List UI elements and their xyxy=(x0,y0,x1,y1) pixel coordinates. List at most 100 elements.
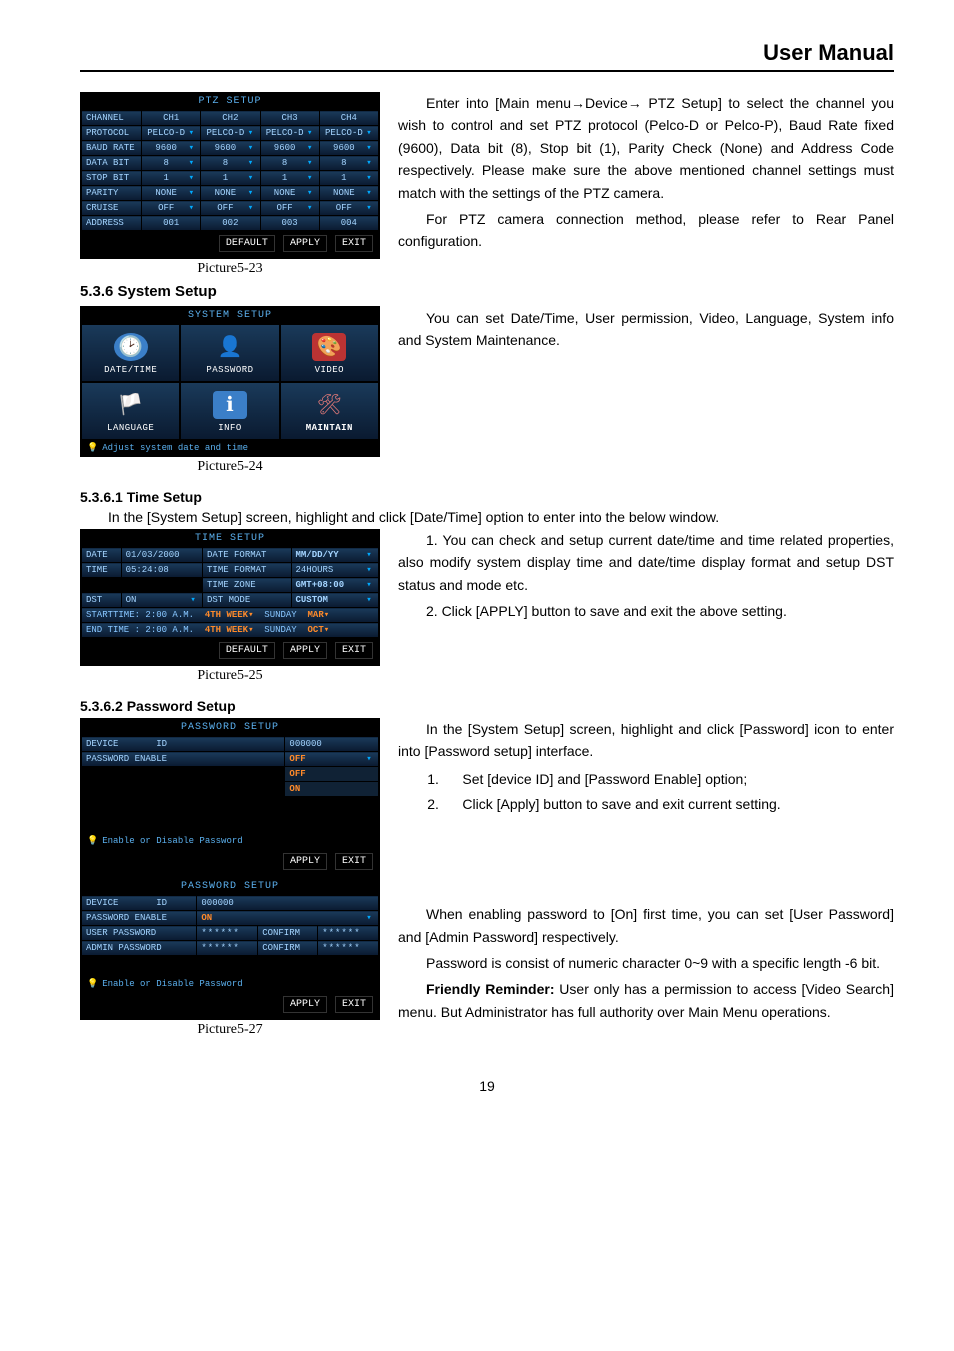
dropdown-icon[interactable]: ▾ xyxy=(188,595,198,605)
ptz-stopbit-2[interactable]: 1▾ xyxy=(201,171,260,186)
ptz-cruise-2[interactable]: OFF▾ xyxy=(201,201,260,216)
ptz-baud-2[interactable]: 9600▾ xyxy=(201,141,260,156)
ptz-parity-1[interactable]: NONE▾ xyxy=(142,186,201,201)
ptz-protocol-4[interactable]: PELCO-D▾ xyxy=(319,126,378,141)
ptz-databit-1[interactable]: 8▾ xyxy=(142,156,201,171)
ptz-protocol-2[interactable]: PELCO-D▾ xyxy=(201,126,260,141)
ptz-address-2[interactable]: 002 xyxy=(201,216,260,231)
ptz-cruise-4[interactable]: OFF▾ xyxy=(319,201,378,216)
ptz-databit-2[interactable]: 8▾ xyxy=(201,156,260,171)
ptz-stopbit-4[interactable]: 1▾ xyxy=(319,171,378,186)
dropdown-icon[interactable]: ▾ xyxy=(186,173,196,183)
deviceid-field[interactable]: 000000 xyxy=(285,737,379,752)
ptz-ch1[interactable]: CH1 xyxy=(142,111,201,126)
dropdown-icon[interactable]: ▾ xyxy=(186,128,196,138)
ptz-cruise-3[interactable]: OFF▾ xyxy=(260,201,319,216)
deviceid-field-2[interactable]: 000000 xyxy=(197,896,379,911)
pw2-exit-button[interactable]: EXIT xyxy=(335,996,373,1013)
ptz-databit-4[interactable]: 8▾ xyxy=(319,156,378,171)
dateformat-select[interactable]: MM/DD/YY▾ xyxy=(291,548,379,563)
ptz-ch4[interactable]: CH4 xyxy=(319,111,378,126)
ptz-cruise-1[interactable]: OFF▾ xyxy=(142,201,201,216)
ptz-protocol-1[interactable]: PELCO-D▾ xyxy=(142,126,201,141)
ptz-stopbit-1[interactable]: 1▾ xyxy=(142,171,201,186)
dropdown-icon[interactable]: ▾ xyxy=(246,203,256,213)
time-default-button[interactable]: DEFAULT xyxy=(219,642,275,659)
menu-maintain[interactable]: 🛠MAINTAIN xyxy=(280,382,379,440)
ptz-parity-4[interactable]: NONE▾ xyxy=(319,186,378,201)
pwenable-option-on[interactable]: ON xyxy=(285,782,379,797)
dropdown-icon[interactable]: ▾ xyxy=(364,550,374,560)
dropdown-icon[interactable]: ▾ xyxy=(364,173,374,183)
ptz-parity-3[interactable]: NONE▾ xyxy=(260,186,319,201)
dropdown-icon[interactable]: ▾ xyxy=(364,595,374,605)
ptz-address-1[interactable]: 001 xyxy=(142,216,201,231)
menu-datetime[interactable]: 🕑DATE/TIME xyxy=(81,324,180,382)
dropdown-icon[interactable]: ▾ xyxy=(364,158,374,168)
end-week-select[interactable]: 4TH WEEK▾ xyxy=(205,625,254,635)
end-month-select[interactable]: OCT▾ xyxy=(308,625,330,635)
pw1-apply-button[interactable]: APPLY xyxy=(283,853,327,870)
adminpw-field[interactable]: ****** xyxy=(197,941,258,956)
timezone-select[interactable]: GMT+08:00▾ xyxy=(291,578,379,593)
userpw-field[interactable]: ****** xyxy=(197,926,258,941)
start-week-select[interactable]: 4TH WEEK▾ xyxy=(205,610,254,620)
dropdown-icon[interactable]: ▾ xyxy=(364,565,374,575)
dropdown-icon[interactable]: ▾ xyxy=(364,580,374,590)
ptz-databit-3[interactable]: 8▾ xyxy=(260,156,319,171)
dropdown-icon[interactable]: ▾ xyxy=(364,203,374,213)
dstmode-select[interactable]: CUSTOM▾ xyxy=(291,593,379,608)
ptz-baud-3[interactable]: 9600▾ xyxy=(260,141,319,156)
dropdown-icon[interactable]: ▾ xyxy=(186,203,196,213)
ptz-parity-2[interactable]: NONE▾ xyxy=(201,186,260,201)
dropdown-icon[interactable]: ▾ xyxy=(246,128,256,138)
menu-password[interactable]: 👤PASSWORD xyxy=(180,324,279,382)
ptz-apply-button[interactable]: APPLY xyxy=(283,235,327,252)
dropdown-icon[interactable]: ▾ xyxy=(364,913,374,923)
ptz-exit-button[interactable]: EXIT xyxy=(335,235,373,252)
dropdown-icon[interactable]: ▾ xyxy=(186,158,196,168)
ptz-baud-4[interactable]: 9600▾ xyxy=(319,141,378,156)
start-month-select[interactable]: MAR▾ xyxy=(308,610,330,620)
menu-info[interactable]: ℹINFO xyxy=(180,382,279,440)
dropdown-icon[interactable]: ▾ xyxy=(246,158,256,168)
date-field[interactable]: 01/03/2000 xyxy=(121,548,202,563)
pwenable-select[interactable]: OFF▾ xyxy=(285,752,379,767)
dropdown-icon[interactable]: ▾ xyxy=(364,188,374,198)
pw2-apply-button[interactable]: APPLY xyxy=(283,996,327,1013)
userpw-confirm-field[interactable]: ****** xyxy=(318,926,379,941)
ptz-ch2[interactable]: CH2 xyxy=(201,111,260,126)
adminpw-confirm-field[interactable]: ****** xyxy=(318,941,379,956)
dropdown-icon[interactable]: ▾ xyxy=(305,158,315,168)
time-apply-button[interactable]: APPLY xyxy=(283,642,327,659)
ptz-default-button[interactable]: DEFAULT xyxy=(219,235,275,252)
ptz-baud-1[interactable]: 9600▾ xyxy=(142,141,201,156)
pw1-exit-button[interactable]: EXIT xyxy=(335,853,373,870)
pwenable-select-2[interactable]: ON▾ xyxy=(197,911,379,926)
dropdown-icon[interactable]: ▾ xyxy=(246,173,256,183)
timeformat-select[interactable]: 24HOURS▾ xyxy=(291,563,379,578)
dropdown-icon[interactable]: ▾ xyxy=(305,143,315,153)
dropdown-icon[interactable]: ▾ xyxy=(364,128,374,138)
time-field[interactable]: 05:24:08 xyxy=(121,563,202,578)
ptz-address-3[interactable]: 003 xyxy=(260,216,319,231)
dropdown-icon[interactable]: ▾ xyxy=(364,754,374,764)
dropdown-icon[interactable]: ▾ xyxy=(305,203,315,213)
dropdown-icon[interactable]: ▾ xyxy=(186,188,196,198)
dropdown-icon[interactable]: ▾ xyxy=(305,188,315,198)
time-exit-button[interactable]: EXIT xyxy=(335,642,373,659)
ptz-stopbit-3[interactable]: 1▾ xyxy=(260,171,319,186)
dropdown-icon[interactable]: ▾ xyxy=(186,143,196,153)
menu-language[interactable]: 🏳️LANGUAGE xyxy=(81,382,180,440)
dropdown-icon[interactable]: ▾ xyxy=(246,188,256,198)
menu-video[interactable]: 🎨VIDEO xyxy=(280,324,379,382)
dropdown-icon[interactable]: ▾ xyxy=(246,143,256,153)
dropdown-icon[interactable]: ▾ xyxy=(364,143,374,153)
ptz-ch3[interactable]: CH3 xyxy=(260,111,319,126)
dropdown-icon[interactable]: ▾ xyxy=(305,173,315,183)
ptz-protocol-3[interactable]: PELCO-D▾ xyxy=(260,126,319,141)
dropdown-icon[interactable]: ▾ xyxy=(305,128,315,138)
ptz-address-4[interactable]: 004 xyxy=(319,216,378,231)
dst-select[interactable]: ON▾ xyxy=(121,593,202,608)
pwenable-option-off[interactable]: OFF xyxy=(285,767,379,782)
